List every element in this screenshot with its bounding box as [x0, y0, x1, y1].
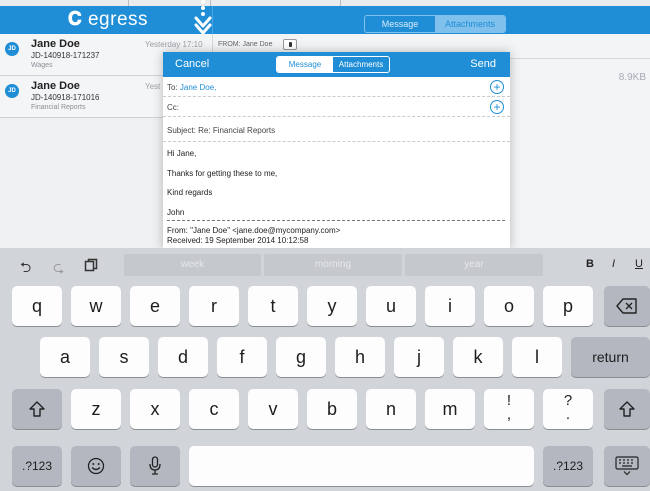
quoted-from: From: "Jane Doe" <jane.doe@mycompany.com… [167, 226, 341, 235]
key-question-period[interactable]: ?. [543, 389, 593, 429]
quote-divider [167, 220, 505, 221]
redo-icon[interactable]: ⮎ [53, 257, 64, 281]
key-o[interactable]: o [484, 286, 534, 326]
underline-button[interactable]: U [635, 258, 643, 270]
backspace-key[interactable] [604, 286, 650, 326]
body-line: John [167, 208, 185, 217]
sender-chip[interactable] [283, 39, 297, 50]
key-f[interactable]: f [217, 337, 267, 377]
key-r[interactable]: r [189, 286, 239, 326]
key-v[interactable]: v [248, 389, 298, 429]
tab-attachments[interactable]: Attachments [333, 57, 389, 72]
app-header: 𝐂 egress Message Attachments [0, 6, 650, 34]
key-s[interactable]: s [99, 337, 149, 377]
to-recipient[interactable]: Jane Doe, [180, 83, 216, 92]
key-p[interactable]: p [543, 286, 593, 326]
shift-icon [29, 401, 45, 417]
return-key[interactable]: return [571, 337, 650, 377]
lock-icon [289, 42, 292, 47]
key-x[interactable]: x [130, 389, 180, 429]
key-g[interactable]: g [276, 337, 326, 377]
key-w[interactable]: w [71, 286, 121, 326]
package-id: JD-140918-171237 [31, 51, 100, 60]
key-h[interactable]: h [335, 337, 385, 377]
paste-icon[interactable] [84, 258, 98, 272]
key-k[interactable]: k [453, 337, 503, 377]
add-cc-icon[interactable]: + [490, 100, 504, 114]
sender-name: Jane Doe [31, 38, 80, 50]
message-time: Yesterday 17:10 [145, 40, 203, 49]
cancel-button[interactable]: Cancel [175, 58, 209, 70]
message-subject: Financial Reports [31, 104, 86, 111]
key-b[interactable]: b [307, 389, 357, 429]
suggestion[interactable]: morning [264, 254, 402, 276]
key-y[interactable]: y [307, 286, 357, 326]
key-i[interactable]: i [425, 286, 475, 326]
key-j[interactable]: j [394, 337, 444, 377]
send-button[interactable]: Send [470, 58, 496, 70]
compose-sheet: Cancel Message Attachments Send To: Jane… [163, 52, 510, 249]
emoji-key[interactable] [71, 446, 121, 486]
body-line: Kind regards [167, 188, 213, 197]
italic-button[interactable]: I [612, 258, 615, 270]
key-z[interactable]: z [71, 389, 121, 429]
keyboard-shortcut-bar: ⮌ ⮎ week morning year B I U [0, 248, 650, 281]
body-line: Thanks for getting these to me, [167, 169, 278, 178]
key-m[interactable]: m [425, 389, 475, 429]
shift-key-left[interactable] [12, 389, 62, 429]
background-tab-segment[interactable]: Message Attachments [364, 15, 506, 33]
emoji-icon [87, 457, 105, 475]
numbers-key-left[interactable]: .?123 [12, 446, 62, 486]
shift-key-right[interactable] [604, 389, 650, 429]
key-u[interactable]: u [366, 286, 416, 326]
backspace-icon [616, 298, 637, 314]
bold-button[interactable]: B [586, 258, 594, 270]
key-n[interactable]: n [366, 389, 416, 429]
key-a[interactable]: a [40, 337, 90, 377]
avatar: JD [5, 84, 19, 98]
dictation-key[interactable] [130, 446, 180, 486]
key-l[interactable]: l [512, 337, 562, 377]
tab-message[interactable]: Message [277, 57, 333, 72]
to-field[interactable]: To: Jane Doe, + [163, 77, 510, 97]
compose-tab-segment[interactable]: Message Attachments [276, 56, 390, 73]
sender-name: Jane Doe [31, 80, 80, 92]
numbers-key-right[interactable]: .?123 [543, 446, 593, 486]
bg-tab-attachments[interactable]: Attachments [435, 16, 505, 32]
from-label: FROM: Jane Doe [218, 41, 273, 48]
keyboard-dismiss-icon [615, 456, 639, 476]
key-d[interactable]: d [158, 337, 208, 377]
ipad-screen: 𝐂 egress Message Attachments JD Jane Doe… [0, 0, 650, 491]
key-c[interactable]: c [189, 389, 239, 429]
microphone-icon [149, 456, 161, 475]
package-id: JD-140918-171016 [31, 93, 100, 102]
suggestion[interactable]: week [124, 254, 261, 276]
message-time: Yest [145, 82, 161, 91]
attachment-size: 8.9KB [618, 72, 646, 83]
avatar: JD [5, 42, 19, 56]
key-exclaim-comma[interactable]: !, [484, 389, 534, 429]
hide-keyboard-key[interactable] [604, 446, 650, 486]
quoted-received: Received: 19 September 2014 10:12:58 [167, 236, 309, 245]
egress-logo: 𝐂 egress [68, 9, 149, 30]
compose-toolbar: Cancel Message Attachments Send [163, 52, 510, 77]
body-line: Hi Jane, [167, 149, 197, 158]
bg-tab-message[interactable]: Message [365, 16, 435, 32]
onscreen-keyboard: ⮌ ⮎ week morning year B I U q w e r t y … [0, 248, 650, 491]
suggestion[interactable]: year [405, 254, 543, 276]
key-q[interactable]: q [12, 286, 62, 326]
cc-field[interactable]: Cc: + [163, 97, 510, 117]
key-e[interactable]: e [130, 286, 180, 326]
space-key[interactable] [189, 446, 534, 486]
message-subject: Wages [31, 62, 53, 69]
subject-field[interactable]: Subject: Re: Financial Reports [163, 117, 510, 142]
add-recipient-icon[interactable]: + [490, 80, 504, 94]
undo-icon[interactable]: ⮌ [20, 257, 31, 281]
key-t[interactable]: t [248, 286, 298, 326]
shift-icon [619, 401, 635, 417]
down-arrow-icon [194, 16, 212, 35]
